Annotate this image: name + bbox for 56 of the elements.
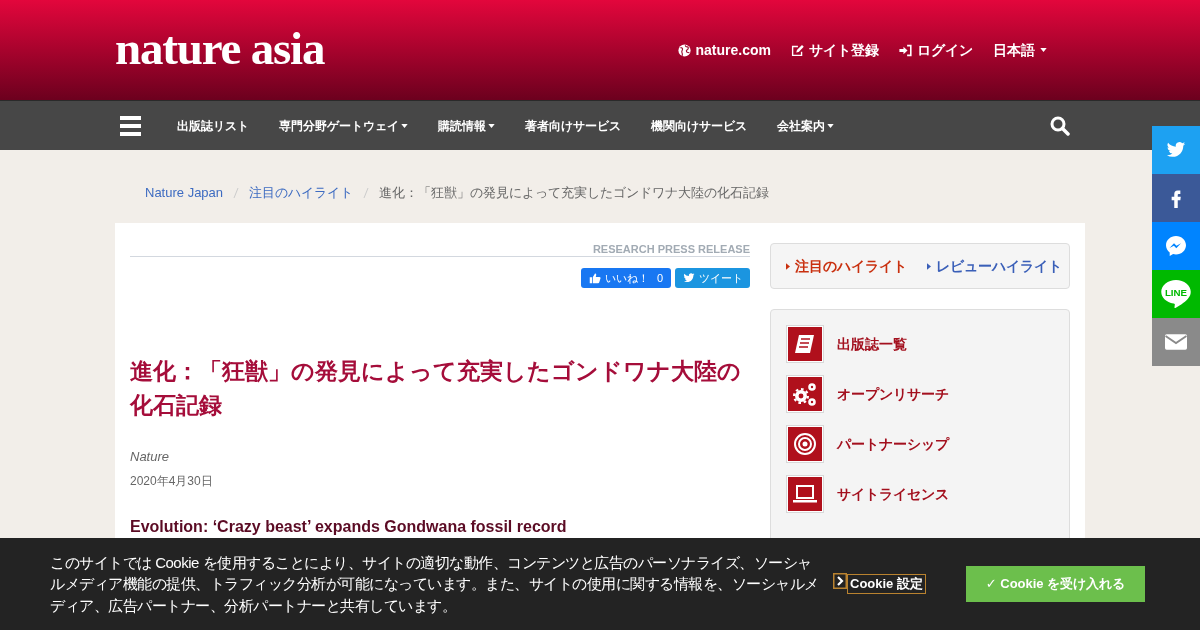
sidebar-link[interactable]: パートナーシップ [786, 425, 1054, 463]
english-title: Evolution: ‘Crazy beast’ expands Gondwana fossil record [130, 518, 568, 536]
nav-link[interactable]: 出版誌リスト [162, 117, 264, 134]
triangle-icon [786, 262, 790, 270]
share-button[interactable] [1152, 222, 1200, 270]
sidebar-link[interactable]: オープンリサーチ [786, 375, 1054, 413]
header-link[interactable]: サイト登録 [791, 41, 879, 59]
journal-name: Nature [130, 448, 171, 466]
menu-icon[interactable] [120, 115, 141, 136]
target-icon [786, 425, 824, 463]
bird-icon [682, 272, 695, 284]
separator-icon [233, 187, 240, 199]
speech-bubble-icon: LINE [1161, 280, 1191, 308]
separator-icon [363, 187, 370, 199]
envelope-icon [1165, 332, 1187, 352]
nav-link[interactable]: 著者向けサービス [510, 117, 636, 134]
gears-icon [786, 375, 824, 413]
search-icon[interactable] [1050, 115, 1070, 136]
caret-icon [1040, 48, 1047, 52]
site-logo[interactable]: nature asia [115, 24, 325, 72]
nav-link[interactable]: 専門分野ゲートウェイ [264, 117, 423, 134]
bird-icon [1165, 140, 1187, 160]
share-button[interactable] [1152, 174, 1200, 222]
nav-link[interactable]: 機関向けサービス [636, 117, 762, 134]
sidebar-tab[interactable]: レビューハイライト [927, 257, 1062, 275]
cookie-message: このサイトでは Cookie を使用することにより、サイトの適切な動作、コンテンツと広告のパーソナライズ、ソーシャルメディア機能の提供、トラフィック分析が可能になっています。また、サイトの使用に関する情報を、ソーシャルメディア、広告パートナー、分析パートナーと共有しています。 [50, 552, 820, 616]
chevron-icon[interactable] [833, 573, 847, 589]
sidebar-link[interactable]: サイトライセンス [786, 475, 1054, 513]
publish-date: 2020年4月30日 [130, 473, 214, 490]
header-link[interactable]: 日本語 [993, 41, 1047, 59]
chat-bubble-icon [1165, 236, 1187, 256]
sidebar-tab[interactable]: 注目のハイライト [786, 257, 907, 275]
sidebar-link[interactable]: 出版誌一覧 [786, 325, 1054, 363]
nav-link[interactable]: 会社案内 [762, 117, 849, 134]
nav-link[interactable]: 購読情報 [423, 117, 510, 134]
breadcrumb-link[interactable]: 注目のハイライト [249, 184, 354, 202]
cookie-settings-button[interactable]: Cookie 設定 [847, 574, 926, 594]
section-label: RESEARCH PRESS RELEASE [592, 243, 750, 256]
globe-icon [677, 43, 691, 57]
triangle-icon [927, 262, 931, 270]
article-title: 進化：「狂獣」の発見によって充実したゴンドワナ大陸の化石記録 [130, 357, 742, 420]
laptop-icon [786, 475, 824, 513]
header-link[interactable]: ログイン [899, 41, 973, 59]
caret-icon [827, 123, 834, 128]
header-link[interactable]: nature.com [677, 41, 771, 59]
edit-icon [791, 43, 804, 57]
breadcrumb-link[interactable]: Nature Japan [145, 184, 224, 202]
caret-icon [488, 123, 495, 128]
book-icon [786, 325, 824, 363]
share-button[interactable] [1152, 318, 1200, 366]
thumbs-up-icon [588, 272, 601, 284]
sign-in-icon [899, 43, 912, 57]
caret-icon [401, 123, 408, 128]
like-button[interactable]: いいね！ 0 [581, 268, 671, 288]
share-button[interactable] [1152, 126, 1200, 174]
breadcrumb-current: 進化：「狂獣」の発見によって充実したゴンドワナ大陸の化石記録 [379, 184, 770, 202]
